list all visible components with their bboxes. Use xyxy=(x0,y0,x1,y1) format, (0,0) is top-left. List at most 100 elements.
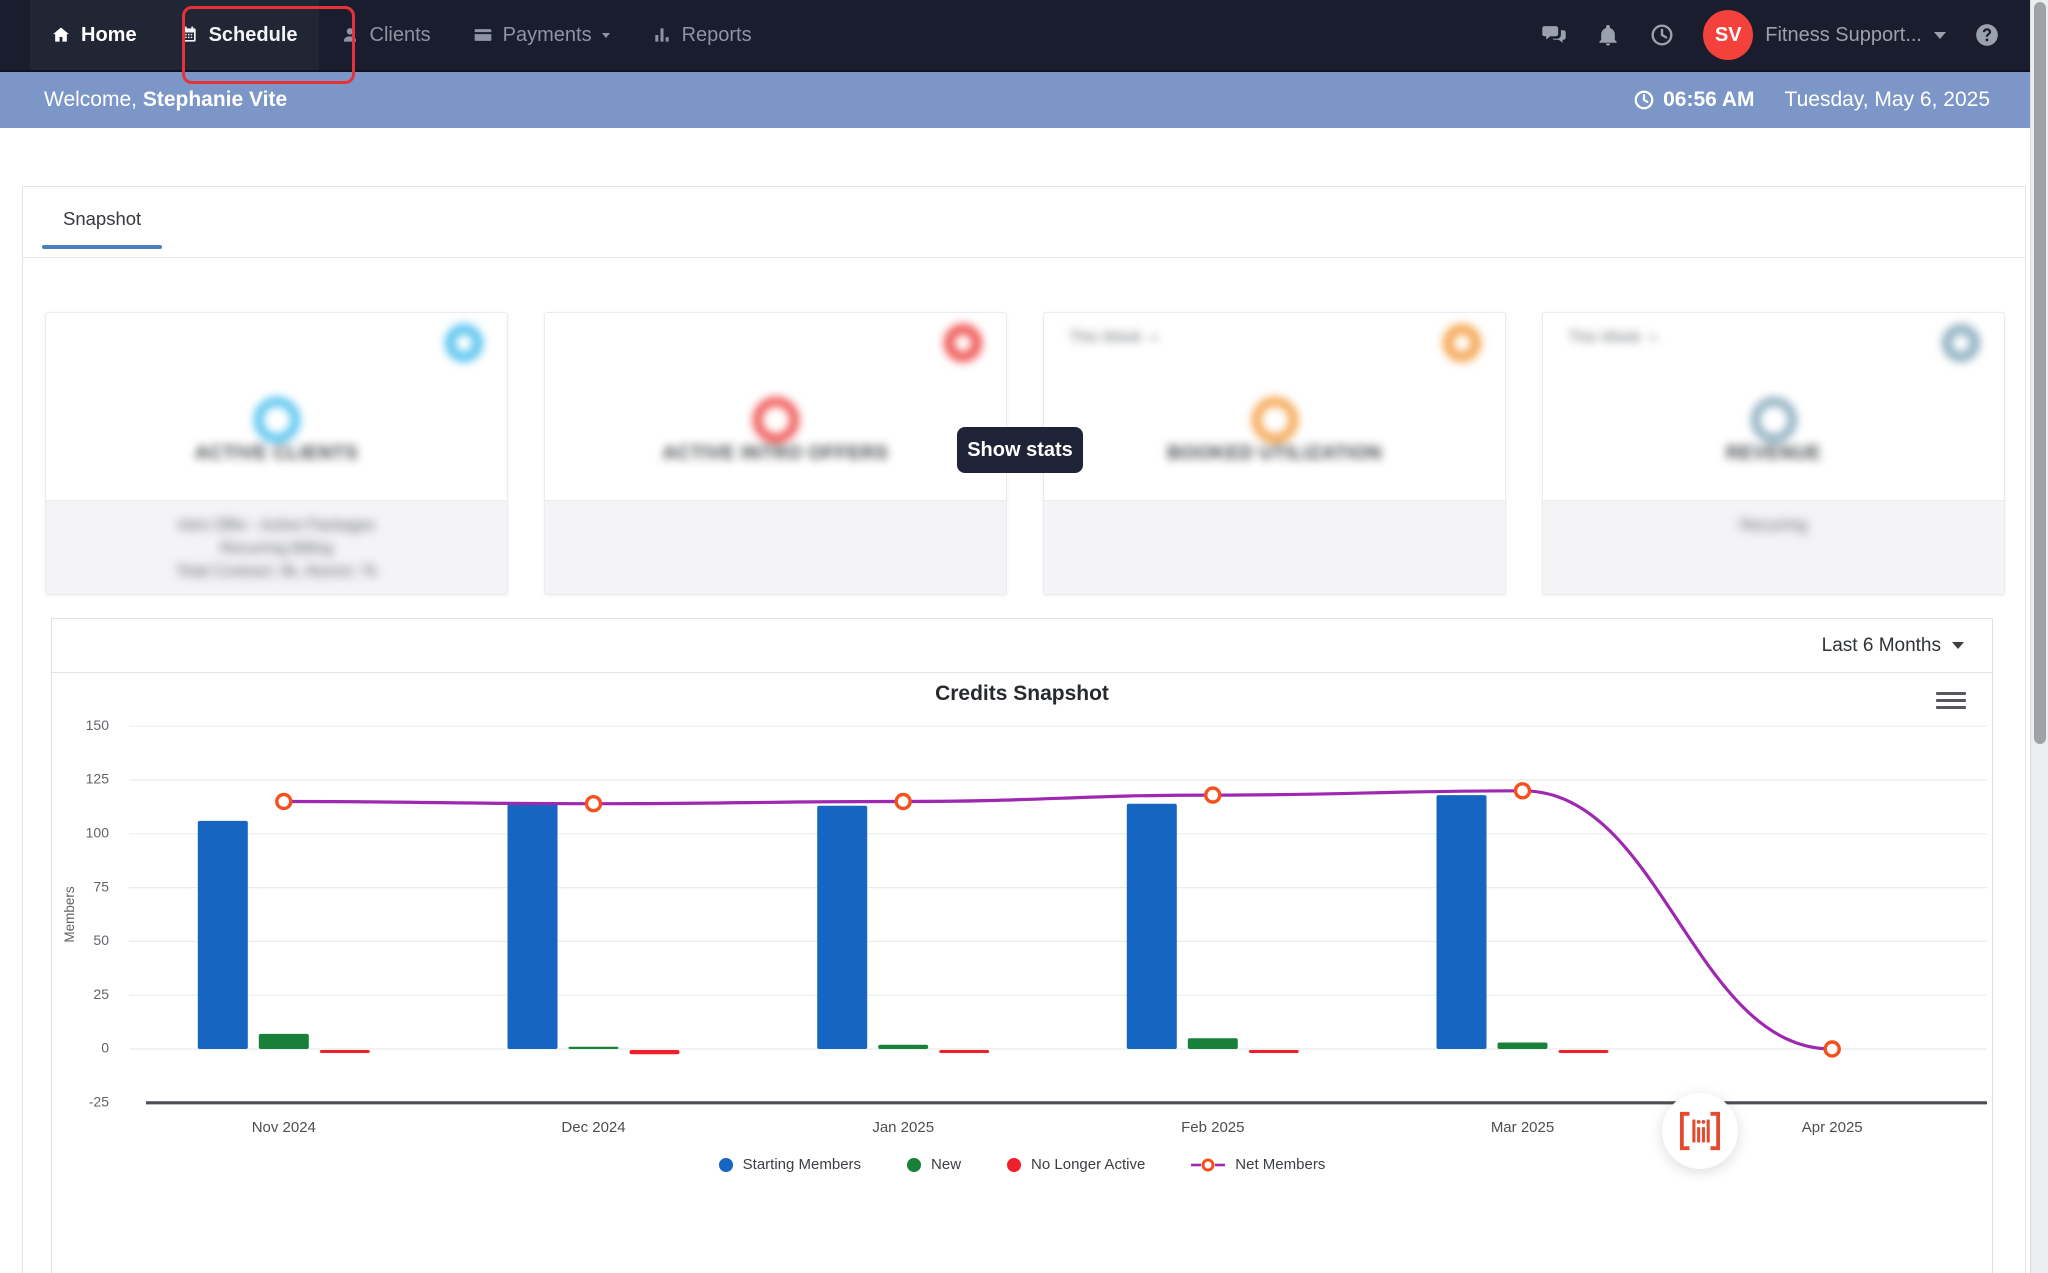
svg-text:0: 0 xyxy=(101,1040,109,1056)
legend-item-no-longer-active[interactable]: No Longer Active xyxy=(1007,1156,1145,1173)
nav-item-label: Clients xyxy=(369,23,431,46)
current-time: 06:56 AM xyxy=(1633,88,1755,112)
svg-text:150: 150 xyxy=(86,717,110,733)
top-nav: Home Schedule Clients Payments Reports SV Fi… xyxy=(0,0,2048,72)
svg-text:Jan 2025: Jan 2025 xyxy=(872,1119,934,1136)
nav-item-label: Reports xyxy=(681,23,752,46)
chevron-down-icon xyxy=(1934,31,1946,39)
card-main: ACTIVE INTRO OFFERS xyxy=(545,313,1006,500)
card-main: ACTIVE CLIENTS xyxy=(46,313,507,500)
legend-dot-icon xyxy=(907,1157,922,1172)
legend-label: No Longer Active xyxy=(1031,1156,1146,1173)
range-selector[interactable]: Last 6 Months xyxy=(1822,635,1964,657)
ring-spinner-icon xyxy=(253,397,300,443)
donut-spinner-icon xyxy=(445,324,483,362)
chart-body: Credits Snapshot 150 125 100 75 50 25 0 -25 Memb… xyxy=(52,673,1992,1273)
svg-text:100: 100 xyxy=(86,825,110,841)
svg-text:Dec 2024: Dec 2024 xyxy=(561,1119,625,1136)
show-stats-button[interactable]: Show stats xyxy=(957,427,1083,473)
svg-text:50: 50 xyxy=(93,932,109,948)
home-icon xyxy=(53,27,69,42)
scrollbar-track[interactable] xyxy=(2030,0,2048,1273)
legend-item-new[interactable]: New xyxy=(907,1156,961,1173)
card-main: This Week REVENUE xyxy=(1543,313,2004,500)
nav-item-label: Home xyxy=(81,23,137,46)
welcome-bar: Welcome, Stephanie Vite 06:56 AM Tuesday… xyxy=(0,72,2048,128)
card-title: BOOKED UTILIZATION xyxy=(1167,443,1382,464)
account-menu[interactable]: SV Fitness Support... xyxy=(1703,10,1946,60)
account-name: Fitness Support... xyxy=(1765,23,1922,46)
card-footer-line: Recurring Billing xyxy=(220,540,333,557)
help-icon[interactable] xyxy=(1974,22,2000,48)
net-members-marker-icon xyxy=(1191,1158,1226,1171)
stat-card-revenue: This Week REVENUE Recurring xyxy=(1542,312,2005,595)
welcome-message: Welcome, Stephanie Vite xyxy=(44,88,288,111)
chevron-down-icon xyxy=(1149,335,1158,341)
scrollbar-thumb[interactable] xyxy=(2034,2,2046,744)
page: Home Schedule Clients Payments Reports SV Fi… xyxy=(0,0,2048,1273)
card-footer xyxy=(1044,500,1505,594)
nav-item-schedule[interactable]: Schedule xyxy=(157,0,319,70)
card-footer-line: Total Contract: 9k, Alumni: 7k xyxy=(176,563,377,580)
legend-dot-icon xyxy=(718,1157,733,1172)
clock-icon xyxy=(1634,90,1654,110)
person-icon xyxy=(343,28,356,42)
credit-card-icon xyxy=(474,29,491,41)
stat-card-active-intro-offers: ACTIVE INTRO OFFERS xyxy=(544,312,1007,595)
card-title: ACTIVE CLIENTS xyxy=(194,443,359,464)
card-filter-dropdown[interactable]: This Week xyxy=(1069,329,1158,347)
chevron-down-icon xyxy=(601,32,610,38)
nav-item-payments[interactable]: Payments xyxy=(452,0,631,70)
svg-text:Nov 2024: Nov 2024 xyxy=(252,1119,316,1136)
svg-text:Members: Members xyxy=(62,886,77,943)
svg-text:125: 125 xyxy=(86,771,110,787)
card-title: REVENUE xyxy=(1725,443,1822,464)
svg-text:Feb 2025: Feb 2025 xyxy=(1181,1119,1244,1136)
nav-item-clients[interactable]: Clients xyxy=(319,0,452,70)
svg-text:25: 25 xyxy=(93,986,109,1002)
card-footer-line: Recurring xyxy=(1739,517,1808,534)
nav-item-label: Payments xyxy=(502,23,592,46)
clock-history-icon[interactable] xyxy=(1649,22,1675,48)
card-footer xyxy=(545,500,1006,594)
loading-spinner xyxy=(1662,1093,1738,1169)
nav-item-label: Schedule xyxy=(208,23,298,46)
ring-spinner-icon xyxy=(752,397,799,443)
calendar-icon xyxy=(181,26,196,42)
chart-header: Last 6 Months xyxy=(52,619,1992,673)
nav-item-reports[interactable]: Reports xyxy=(631,0,773,70)
credits-chart-panel: Last 6 Months Credits Snapshot 150 125 100… xyxy=(51,618,1993,1273)
legend-label: New xyxy=(931,1156,962,1173)
legend-label: Net Members xyxy=(1235,1156,1326,1173)
card-main: This Week BOOKED UTILIZATION xyxy=(1044,313,1505,500)
svg-text:-25: -25 xyxy=(89,1094,109,1110)
nav-right: SV Fitness Support... xyxy=(1541,10,2048,60)
tab-snapshot[interactable]: Snapshot xyxy=(63,187,162,249)
current-date: Tuesday, May 6, 2025 xyxy=(1784,88,1990,111)
card-footer: Intro Offer - Active Packages Recurring B… xyxy=(46,500,507,594)
nav-item-home[interactable]: Home xyxy=(30,0,158,70)
ring-spinner-icon xyxy=(1251,397,1298,443)
svg-text:Mar 2025: Mar 2025 xyxy=(1491,1119,1554,1136)
svg-text:75: 75 xyxy=(93,878,109,894)
legend-item-starting-members[interactable]: Starting Members xyxy=(718,1156,861,1173)
stat-card-booked-utilization: This Week BOOKED UTILIZATION xyxy=(1043,312,1506,595)
legend-item-net-members[interactable]: Net Members xyxy=(1191,1156,1325,1173)
notifications-bell-icon[interactable] xyxy=(1595,22,1621,48)
chevron-down-icon xyxy=(1648,335,1657,341)
donut-spinner-icon xyxy=(1942,324,1980,362)
card-filter-dropdown[interactable]: This Week xyxy=(1568,329,1657,347)
card-filter-label: This Week xyxy=(1568,329,1641,346)
legend-dot-icon xyxy=(1007,1157,1022,1172)
donut-spinner-icon xyxy=(1443,324,1481,362)
avatar: SV xyxy=(1703,10,1754,60)
chat-icon[interactable] xyxy=(1541,22,1567,48)
card-footer-line: Intro Offer - Active Packages xyxy=(178,517,375,534)
nav-menu: Home Schedule Clients Payments Reports xyxy=(30,0,773,70)
chevron-down-icon xyxy=(1952,642,1964,649)
card-footer: Recurring xyxy=(1543,500,2004,594)
donut-spinner-icon xyxy=(944,324,982,362)
svg-text:Apr 2025: Apr 2025 xyxy=(1802,1119,1863,1136)
tab-row: Snapshot xyxy=(23,187,2025,258)
card-filter-label: This Week xyxy=(1069,329,1142,346)
